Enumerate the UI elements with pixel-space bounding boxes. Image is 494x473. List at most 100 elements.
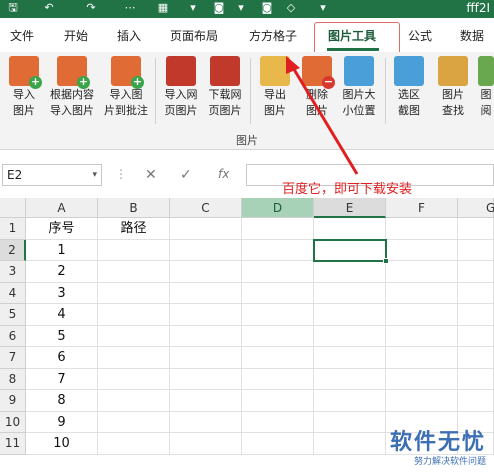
- row-header[interactable]: 6: [0, 325, 26, 347]
- row-header[interactable]: 8: [0, 368, 26, 390]
- download-web-image-button[interactable]: 下载网 页图片: [204, 56, 246, 118]
- selected-cell[interactable]: [313, 239, 387, 262]
- table-cell[interactable]: [242, 282, 314, 304]
- dropdown-icon[interactable]: ▾: [236, 1, 246, 15]
- table-cell[interactable]: [170, 239, 242, 261]
- table-cell[interactable]: [170, 218, 242, 240]
- table-cell[interactable]: [314, 282, 386, 304]
- function-icon[interactable]: fx: [218, 167, 229, 181]
- table-cell[interactable]: 路径: [98, 218, 170, 240]
- table-cell[interactable]: [170, 325, 242, 347]
- column-header[interactable]: E: [314, 198, 386, 218]
- table-cell[interactable]: [314, 347, 386, 369]
- row-header[interactable]: 1: [0, 218, 26, 240]
- export-image-button[interactable]: 导出 图片: [256, 56, 294, 118]
- table-cell[interactable]: [458, 218, 494, 240]
- table-cell[interactable]: [170, 261, 242, 283]
- row-header[interactable]: 5: [0, 304, 26, 326]
- table-cell[interactable]: [458, 368, 494, 390]
- row-header[interactable]: 7: [0, 347, 26, 369]
- tab-insert[interactable]: 插入: [117, 27, 141, 44]
- table-cell[interactable]: 序号: [26, 218, 98, 240]
- redo-icon[interactable]: ↷: [84, 1, 98, 15]
- table-cell[interactable]: [98, 261, 170, 283]
- table-cell[interactable]: [242, 261, 314, 283]
- table-cell[interactable]: [242, 239, 314, 261]
- table-cell[interactable]: [242, 411, 314, 433]
- table-cell[interactable]: [170, 433, 242, 455]
- table-cell[interactable]: [458, 304, 494, 326]
- table-cell[interactable]: 1: [26, 239, 98, 261]
- table-cell[interactable]: [314, 325, 386, 347]
- cancel-button[interactable]: ✕: [145, 167, 157, 183]
- table-cell[interactable]: [170, 411, 242, 433]
- tab-page-layout[interactable]: 页面布局: [170, 27, 218, 44]
- table-cell[interactable]: [314, 304, 386, 326]
- table-cell[interactable]: [98, 368, 170, 390]
- table-cell[interactable]: [458, 390, 494, 412]
- table-icon[interactable]: ▦: [156, 1, 170, 15]
- table-cell[interactable]: [170, 304, 242, 326]
- table-cell[interactable]: [386, 239, 458, 261]
- table-cell[interactable]: [314, 261, 386, 283]
- tab-formulas[interactable]: 公式: [408, 27, 432, 44]
- table-cell[interactable]: [386, 304, 458, 326]
- table-cell[interactable]: [458, 282, 494, 304]
- table-cell[interactable]: 3: [26, 282, 98, 304]
- table-cell[interactable]: [170, 282, 242, 304]
- dropdown-icon[interactable]: ▾: [188, 1, 198, 15]
- table-cell[interactable]: [386, 261, 458, 283]
- image-size-position-button[interactable]: 图片大 小位置: [338, 56, 380, 118]
- delete-image-button[interactable]: − 删除 图片: [298, 56, 336, 118]
- row-header[interactable]: 10: [0, 411, 26, 433]
- row-header[interactable]: 3: [0, 261, 26, 283]
- import-by-content-button[interactable]: + 根据内容 导入图片: [46, 56, 98, 118]
- fill-handle[interactable]: [383, 258, 389, 264]
- table-cell[interactable]: [98, 411, 170, 433]
- table-cell[interactable]: [458, 325, 494, 347]
- tab-home[interactable]: 开始: [64, 27, 88, 44]
- table-cell[interactable]: [242, 218, 314, 240]
- table-cell[interactable]: [386, 368, 458, 390]
- table-cell[interactable]: [458, 261, 494, 283]
- table-cell[interactable]: 8: [26, 390, 98, 412]
- selection-screenshot-button[interactable]: 选区 截图: [390, 56, 428, 118]
- column-header[interactable]: F: [386, 198, 458, 218]
- table-cell[interactable]: [314, 218, 386, 240]
- row-header[interactable]: 11: [0, 433, 26, 455]
- table-cell[interactable]: [314, 411, 386, 433]
- table-cell[interactable]: [98, 239, 170, 261]
- table-cell[interactable]: 5: [26, 325, 98, 347]
- table-cell[interactable]: [98, 304, 170, 326]
- confirm-button[interactable]: ✓: [180, 167, 192, 183]
- table-cell[interactable]: [458, 347, 494, 369]
- table-cell[interactable]: [386, 347, 458, 369]
- table-cell[interactable]: 2: [26, 261, 98, 283]
- camera-icon[interactable]: ◙: [212, 1, 226, 15]
- table-cell[interactable]: 6: [26, 347, 98, 369]
- table-cell[interactable]: [386, 390, 458, 412]
- table-cell[interactable]: [98, 325, 170, 347]
- table-cell[interactable]: [170, 347, 242, 369]
- table-cell[interactable]: [170, 368, 242, 390]
- table-cell[interactable]: [242, 304, 314, 326]
- row-header[interactable]: 9: [0, 390, 26, 412]
- table-cell[interactable]: [98, 347, 170, 369]
- column-header[interactable]: A: [26, 198, 98, 218]
- tab-fangfang-grid[interactable]: 方方格子: [249, 27, 297, 44]
- undo-icon[interactable]: ↶: [42, 1, 56, 15]
- table-cell[interactable]: [98, 433, 170, 455]
- table-cell[interactable]: [386, 218, 458, 240]
- table-cell[interactable]: 9: [26, 411, 98, 433]
- name-box[interactable]: E2 ▾: [2, 164, 102, 186]
- dropdown-icon[interactable]: ▾: [318, 1, 328, 15]
- tab-file[interactable]: 文件: [10, 27, 34, 44]
- format-painter-icon[interactable]: ⋯: [122, 1, 138, 15]
- table-cell[interactable]: [458, 239, 494, 261]
- table-cell[interactable]: [98, 390, 170, 412]
- table-cell[interactable]: [314, 433, 386, 455]
- table-cell[interactable]: [314, 390, 386, 412]
- camera-icon[interactable]: ◙: [260, 1, 274, 15]
- table-cell[interactable]: [386, 325, 458, 347]
- column-header[interactable]: D: [242, 198, 314, 218]
